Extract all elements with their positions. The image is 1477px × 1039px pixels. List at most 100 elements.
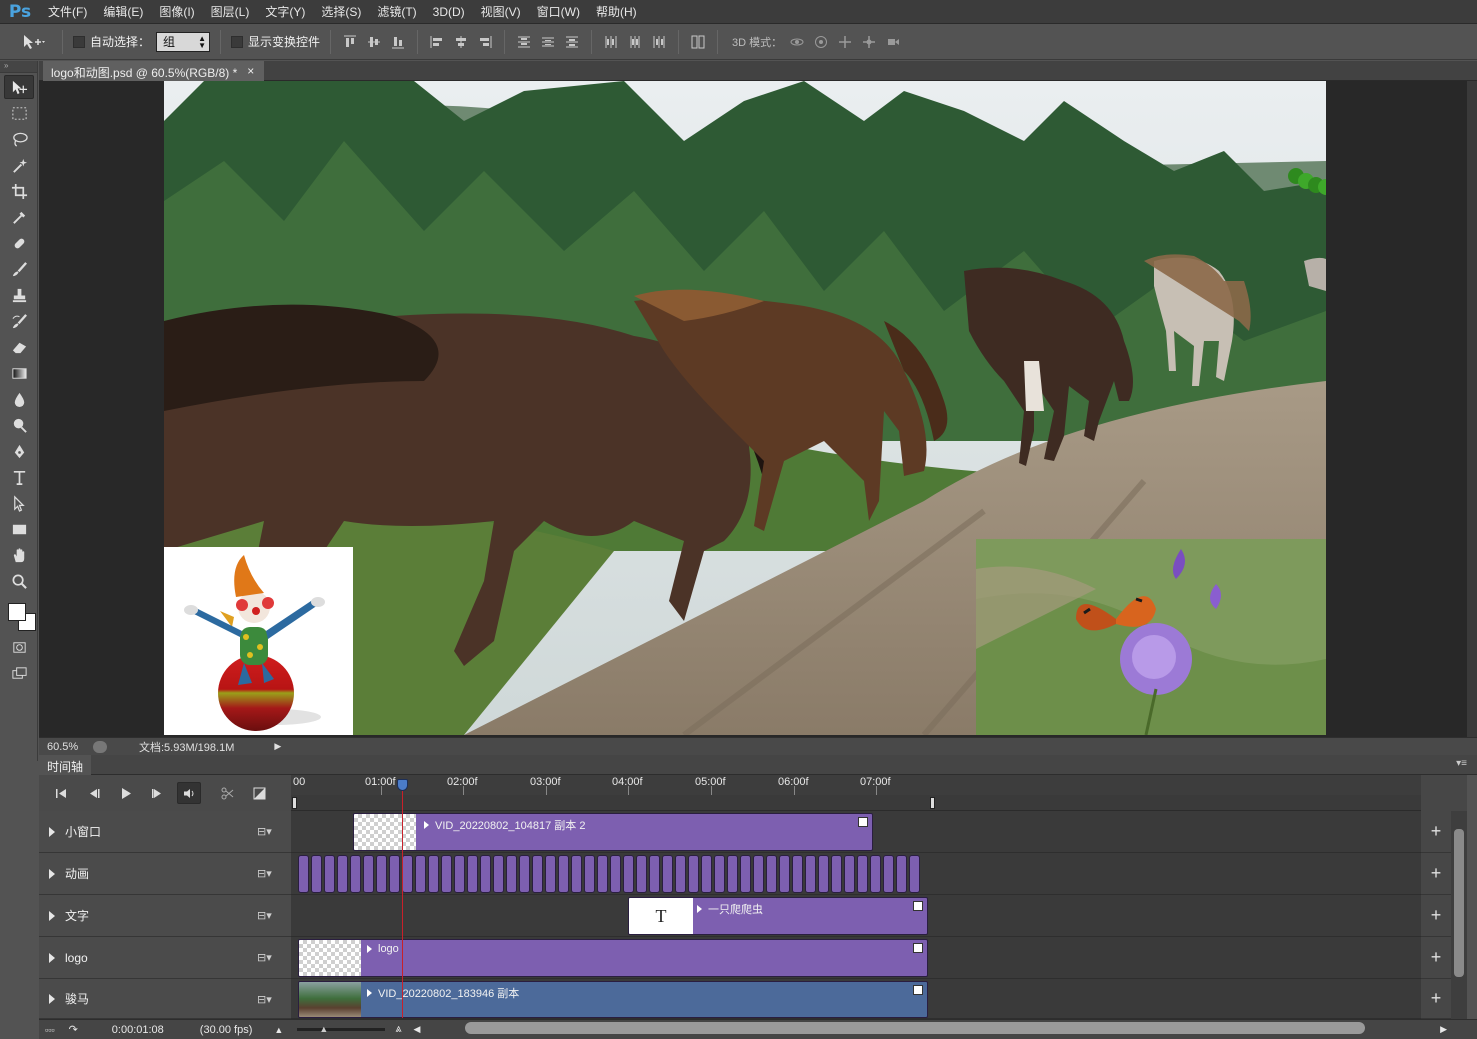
current-time[interactable]: 0:00:01:08	[112, 1024, 164, 1036]
expand-track-icon[interactable]	[49, 868, 55, 879]
eyedropper-tool[interactable]	[4, 205, 34, 229]
animation-frame[interactable]	[727, 855, 738, 893]
transition-button[interactable]	[247, 782, 271, 804]
document-tab[interactable]: logo和动图.psd @ 60.5%(RGB/8) * ×	[43, 61, 265, 81]
add-media-button[interactable]: +	[1421, 811, 1451, 853]
animation-frame[interactable]	[493, 855, 504, 893]
previous-frame-button[interactable]	[81, 782, 105, 804]
animation-frame[interactable]	[428, 855, 439, 893]
animation-frame[interactable]	[584, 855, 595, 893]
screen-mode-button[interactable]	[4, 661, 34, 685]
track-header-small-window[interactable]: 小窗口 ⊟▾	[39, 811, 291, 853]
animation-frame[interactable]	[545, 855, 556, 893]
animation-frame[interactable]	[532, 855, 543, 893]
lasso-tool[interactable]	[4, 127, 34, 151]
dodge-tool[interactable]	[4, 413, 34, 437]
canvas-vertical-scrollbar[interactable]	[1467, 81, 1477, 737]
3d-drag-button[interactable]	[836, 33, 854, 51]
clip-end-arrow-icon[interactable]	[913, 985, 923, 995]
timeline-ruler[interactable]: 00 01:00f 02:00f 03:00f 04:00f 05:00f 06…	[291, 775, 1421, 795]
distribute-top-button[interactable]	[515, 33, 533, 51]
work-area-end-handle[interactable]	[930, 797, 935, 809]
animation-frame[interactable]	[597, 855, 608, 893]
3d-roll-button[interactable]	[812, 33, 830, 51]
3d-rotate-button[interactable]	[788, 33, 806, 51]
animation-frame[interactable]	[337, 855, 348, 893]
scroll-left-icon[interactable]: ◀	[414, 1024, 421, 1035]
expand-track-icon[interactable]	[49, 910, 55, 921]
animation-frame[interactable]	[909, 855, 920, 893]
animation-frame[interactable]	[467, 855, 478, 893]
clip-expand-icon[interactable]	[697, 905, 702, 913]
distribute-bottom-button[interactable]	[563, 33, 581, 51]
animation-frame[interactable]	[519, 855, 530, 893]
animation-frame[interactable]	[324, 855, 335, 893]
align-vertical-centers-button[interactable]	[365, 33, 383, 51]
animation-frame[interactable]	[558, 855, 569, 893]
animation-frame[interactable]	[714, 855, 725, 893]
animation-frame[interactable]	[792, 855, 803, 893]
animation-frame[interactable]	[818, 855, 829, 893]
move-tool[interactable]	[4, 75, 34, 99]
zoom-slider[interactable]: ▲	[297, 1024, 386, 1034]
animation-frame[interactable]	[636, 855, 647, 893]
video-clip[interactable]: VID_20220802_104817 副本 2	[353, 813, 873, 851]
animation-frame[interactable]	[844, 855, 855, 893]
logo-clip[interactable]: logo	[298, 939, 928, 977]
rectangle-tool[interactable]	[4, 517, 34, 541]
animation-frame[interactable]	[402, 855, 413, 893]
clone-stamp-tool[interactable]	[4, 283, 34, 307]
animation-frame[interactable]	[454, 855, 465, 893]
add-media-button[interactable]: +	[1421, 937, 1451, 979]
clip-expand-icon[interactable]	[424, 821, 429, 829]
animation-frame[interactable]	[376, 855, 387, 893]
animation-frame[interactable]	[311, 855, 322, 893]
mute-audio-button[interactable]	[177, 782, 201, 804]
distribute-right-button[interactable]	[650, 33, 668, 51]
checkbox-box[interactable]	[231, 35, 244, 48]
animation-frame[interactable]	[649, 855, 660, 893]
track-options-icon[interactable]: ⊟▾	[257, 825, 272, 838]
menu-image[interactable]: 图像(I)	[151, 3, 202, 20]
track-body-animation[interactable]	[291, 853, 1421, 895]
frame-animation-toggle-icon[interactable]: ▫▫▫	[45, 1025, 55, 1035]
track-options-icon[interactable]: ⊟▾	[257, 909, 272, 922]
track-header-text[interactable]: 文字 ⊟▾	[39, 895, 291, 937]
marquee-tool[interactable]	[4, 101, 34, 125]
add-media-button[interactable]: +	[1421, 895, 1451, 937]
distribute-vcenter-button[interactable]	[539, 33, 557, 51]
animation-frame[interactable]	[688, 855, 699, 893]
work-area-start-handle[interactable]	[292, 797, 297, 809]
quick-mask-button[interactable]	[4, 635, 34, 659]
animation-frame[interactable]	[740, 855, 751, 893]
document-canvas[interactable]	[164, 81, 1326, 735]
add-media-button[interactable]: +	[1421, 979, 1451, 1019]
animation-frame[interactable]	[896, 855, 907, 893]
tool-preset-picker[interactable]	[16, 31, 52, 53]
text-clip[interactable]: T 一只爬爬虫	[628, 897, 928, 935]
auto-select-checkbox[interactable]: 自动选择：	[73, 33, 150, 50]
menu-select[interactable]: 选择(S)	[313, 3, 369, 20]
animation-frame[interactable]	[779, 855, 790, 893]
animation-frame[interactable]	[870, 855, 881, 893]
clip-end-arrow-icon[interactable]	[913, 943, 923, 953]
show-transform-checkbox[interactable]: 显示变换控件	[231, 33, 320, 50]
menu-layer[interactable]: 图层(L)	[203, 3, 258, 20]
gradient-tool[interactable]	[4, 361, 34, 385]
align-right-edges-button[interactable]	[476, 33, 494, 51]
distribute-left-button[interactable]	[602, 33, 620, 51]
animation-frame[interactable]	[883, 855, 894, 893]
expand-track-icon[interactable]	[49, 826, 55, 837]
animation-frame[interactable]	[701, 855, 712, 893]
menu-filter[interactable]: 滤镜(T)	[369, 3, 424, 20]
track-options-icon[interactable]: ⊟▾	[257, 951, 272, 964]
distribute-hcenter-button[interactable]	[626, 33, 644, 51]
animation-frame[interactable]	[441, 855, 452, 893]
animation-frame[interactable]	[571, 855, 582, 893]
menu-edit[interactable]: 编辑(E)	[95, 3, 151, 20]
animation-frame[interactable]	[480, 855, 491, 893]
animation-frame[interactable]	[389, 855, 400, 893]
add-media-button[interactable]: +	[1421, 853, 1451, 895]
brush-tool[interactable]	[4, 257, 34, 281]
align-horizontal-centers-button[interactable]	[452, 33, 470, 51]
